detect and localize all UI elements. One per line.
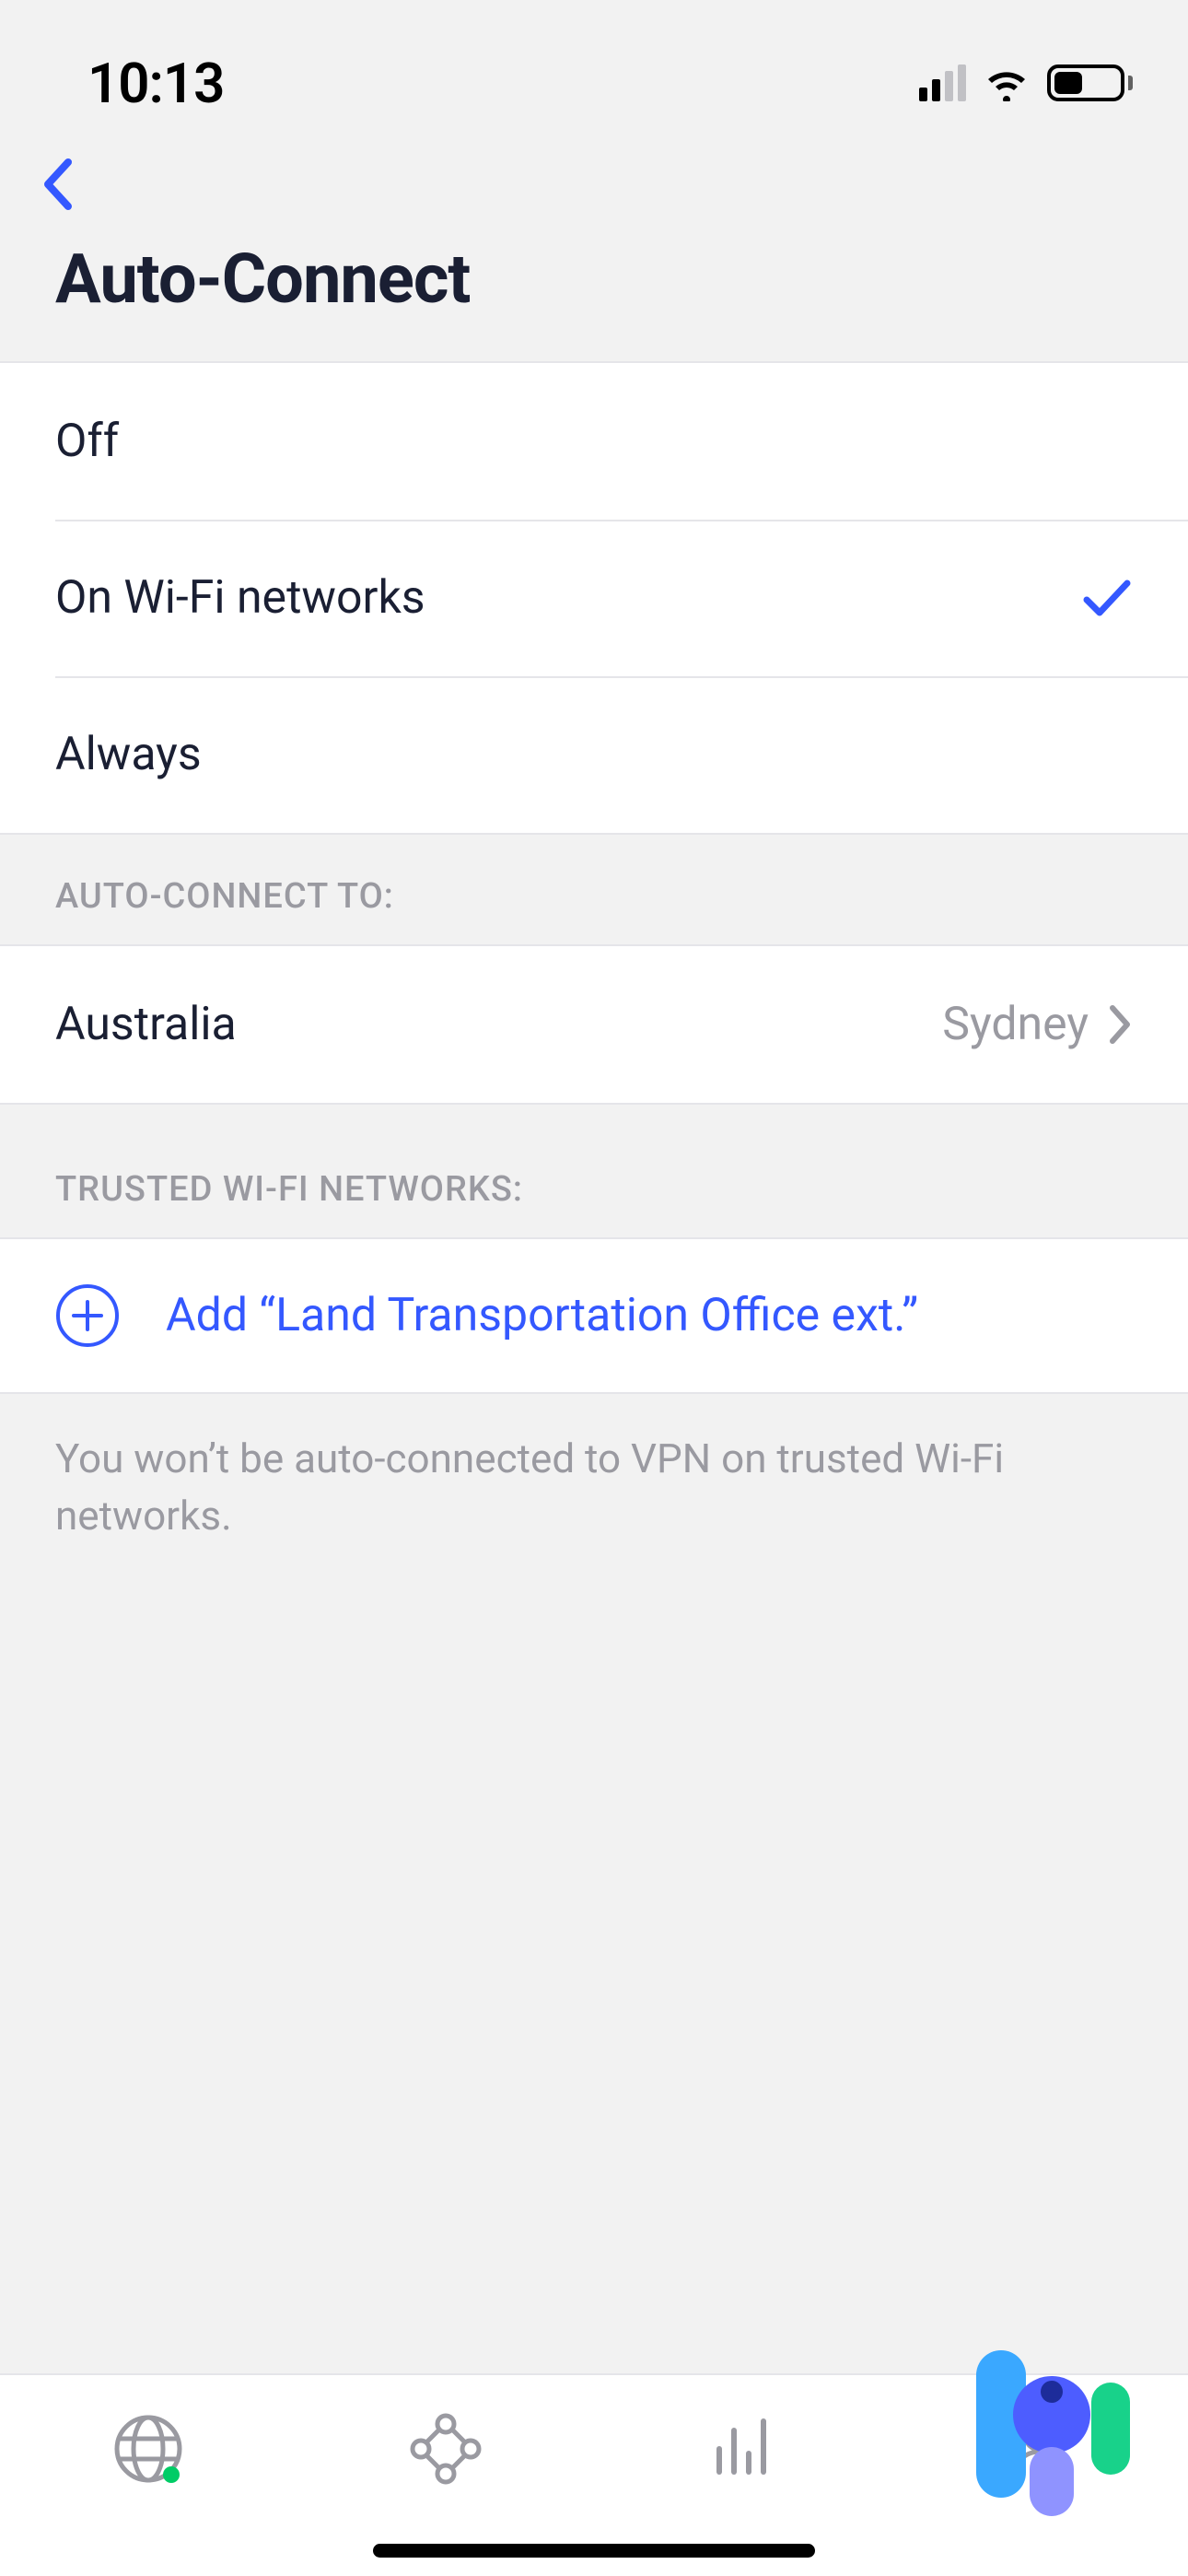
section-header-trusted: TRUSTED WI-FI NETWORKS:	[0, 1105, 1188, 1237]
cellular-icon	[919, 64, 966, 101]
home-indicator[interactable]	[373, 2544, 815, 2558]
assistant-float-icon[interactable]	[949, 2309, 1142, 2521]
destination-value-wrap: Sydney	[942, 998, 1133, 1051]
status-bar: 10:13	[0, 0, 1188, 129]
add-trusted-network[interactable]: Add “Land Transportation Office ext.”	[0, 1237, 1188, 1394]
connect-to-group: Australia Sydney	[0, 944, 1188, 1105]
status-time: 10:13	[87, 51, 224, 116]
add-trusted-label: Add “Land Transportation Office ext.”	[166, 1289, 918, 1342]
connect-destination-row[interactable]: Australia Sydney	[0, 946, 1188, 1103]
page-title: Auto-Connect	[0, 230, 1188, 361]
chevron-right-icon	[1107, 1004, 1133, 1045]
wifi-icon	[983, 64, 1031, 101]
plus-circle-icon	[55, 1283, 120, 1348]
autoconnect-options: Off On Wi-Fi networks Always	[0, 361, 1188, 835]
trusted-footer-note: You won’t be auto-connected to VPN on tr…	[0, 1394, 1188, 1544]
option-on-wifi[interactable]: On Wi-Fi networks	[0, 520, 1188, 676]
bars-icon	[701, 2407, 784, 2490]
tab-meshnet[interactable]	[400, 2407, 492, 2490]
destination-label: Australia	[55, 998, 237, 1051]
tab-stats[interactable]	[696, 2407, 788, 2490]
option-label: Always	[55, 728, 202, 781]
battery-icon	[1047, 64, 1133, 101]
option-off[interactable]: Off	[0, 363, 1188, 520]
section-header-connect-to: AUTO-CONNECT TO:	[0, 835, 1188, 944]
destination-value: Sydney	[942, 998, 1089, 1051]
status-icons	[919, 64, 1133, 101]
chevron-left-icon	[37, 157, 77, 212]
option-label: Off	[55, 415, 119, 468]
tab-globe[interactable]	[102, 2407, 194, 2490]
option-label: On Wi-Fi networks	[55, 571, 425, 625]
network-icon	[404, 2407, 487, 2490]
nav-back[interactable]	[0, 129, 1188, 230]
option-always[interactable]: Always	[0, 676, 1188, 833]
checkmark-icon	[1081, 578, 1133, 618]
